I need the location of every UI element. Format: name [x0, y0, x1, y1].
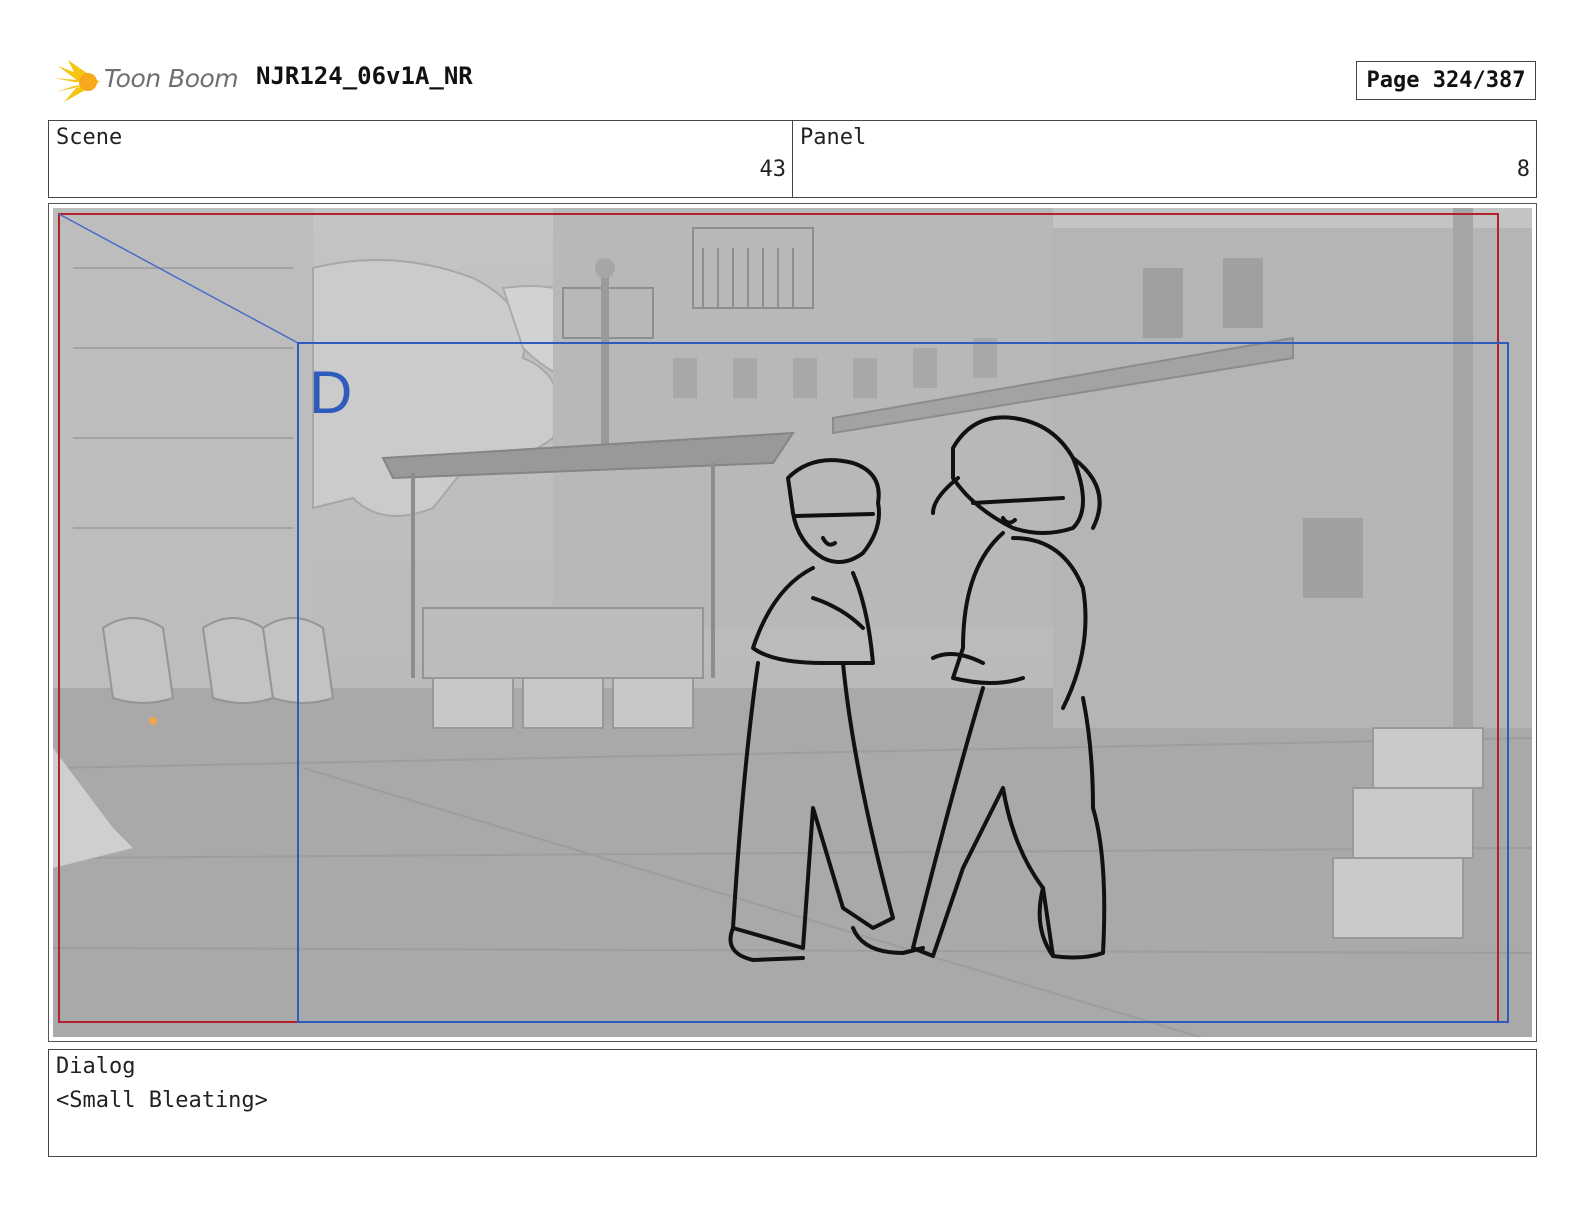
starburst-icon	[54, 60, 100, 102]
ground-plane	[53, 688, 1532, 1037]
dialog-box: Dialog <Small Bleating>	[48, 1049, 1537, 1157]
panel-number: 8	[1516, 157, 1530, 182]
scene-label: Scene	[56, 125, 123, 150]
page-indicator: Page 324/387	[1356, 61, 1536, 100]
field-marker-label: D	[309, 359, 352, 426]
panel-cell: Panel 8	[792, 121, 1536, 197]
toon-boom-logo: Toon Boom	[52, 56, 242, 106]
panel-label: Panel	[800, 125, 867, 150]
storyboard-frame: D	[48, 203, 1537, 1042]
left-building	[53, 208, 313, 688]
scene-number: 43	[759, 157, 787, 182]
street-lamp	[601, 268, 609, 448]
logo-text: Toon Boom	[104, 64, 239, 93]
orange-marker	[149, 717, 157, 725]
storyboard-drawing: D	[53, 208, 1532, 1037]
dialog-label: Dialog	[56, 1054, 136, 1079]
scene-cell: Scene 43	[49, 121, 792, 197]
document-title: NJR124_06v1A_NR	[256, 62, 473, 90]
scene-panel-row: Scene 43 Panel 8	[48, 120, 1537, 198]
dialog-text: <Small Bleating>	[56, 1088, 268, 1113]
